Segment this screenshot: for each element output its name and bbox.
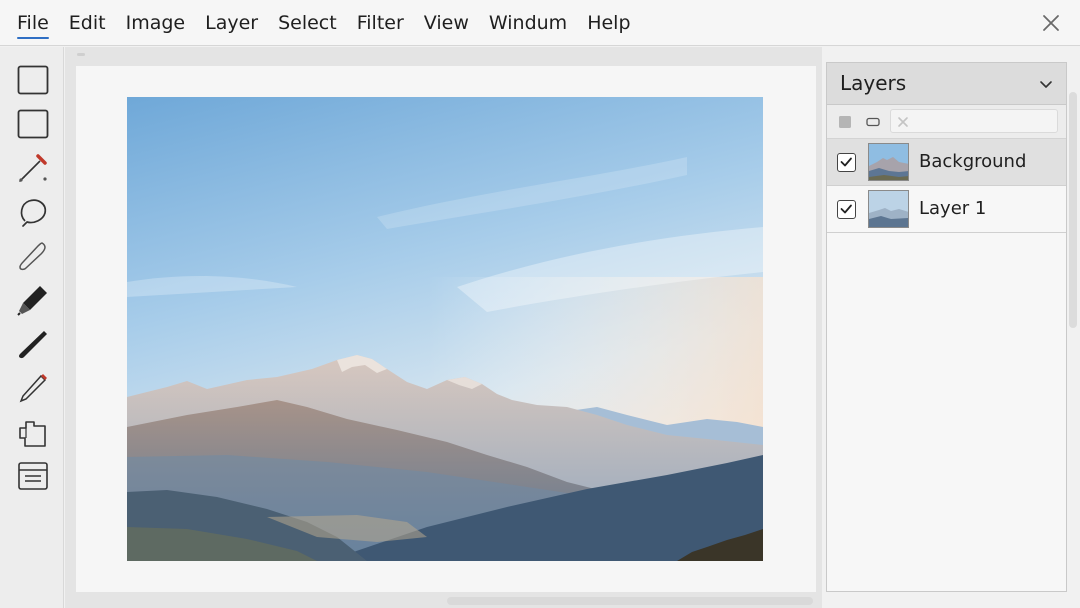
checkmark-icon <box>840 204 852 214</box>
layer-name: Layer 1 <box>919 198 987 219</box>
menu-bar: File Edit Image Layer Select Filter View… <box>0 0 1080 46</box>
menu-filter[interactable]: Filter <box>347 0 414 46</box>
clone-stamp-icon <box>19 421 46 447</box>
collapse-button[interactable] <box>1038 76 1054 92</box>
tool-lasso[interactable] <box>15 194 51 230</box>
tool-pencil[interactable] <box>15 370 51 406</box>
menu-list: File Edit Image Layer Select Filter View… <box>7 0 641 46</box>
fill-square-button[interactable] <box>837 114 853 130</box>
clear-filter-button[interactable] <box>895 114 911 130</box>
checkmark-icon <box>840 157 852 167</box>
ruler-marker <box>77 53 85 56</box>
tool-paintbrush[interactable] <box>15 326 51 362</box>
thumbnail-image <box>869 191 908 227</box>
paintbrush-icon <box>19 331 47 359</box>
tool-eyedropper[interactable] <box>15 150 51 186</box>
lasso-icon <box>20 199 47 227</box>
mountain-landscape-image <box>127 97 763 561</box>
close-icon <box>1043 15 1059 31</box>
layers-tray-icon <box>18 462 48 490</box>
marker-icon <box>17 286 47 316</box>
close-button[interactable] <box>1040 12 1062 34</box>
rounded-rect-button[interactable] <box>865 114 881 130</box>
menu-select[interactable]: Select <box>268 0 347 46</box>
layers-search-field[interactable] <box>890 109 1058 133</box>
rectangle-shape-icon <box>17 109 49 139</box>
layer-visibility-checkbox[interactable] <box>837 200 856 219</box>
canvas-image[interactable] <box>127 97 763 561</box>
pencil-icon <box>19 374 47 403</box>
tool-rectangle[interactable] <box>15 106 51 142</box>
layer-row-background[interactable]: Background <box>827 139 1066 186</box>
layers-panel-title: Layers <box>840 71 907 95</box>
tool-clone-stamp[interactable] <box>15 414 51 450</box>
vertical-scrollbar[interactable] <box>1069 92 1077 328</box>
layer-row-layer-1[interactable]: Layer 1 <box>827 186 1066 233</box>
tool-feather-brush[interactable] <box>15 238 51 274</box>
menu-window[interactable]: Windum <box>479 0 577 46</box>
toolbox <box>0 47 64 608</box>
rectangle-select-icon <box>17 65 49 95</box>
horizontal-scrollbar[interactable] <box>447 597 813 605</box>
menu-edit[interactable]: Edit <box>59 0 116 46</box>
chevron-down-icon <box>1040 81 1052 88</box>
fill-square-icon <box>839 116 851 128</box>
clear-filter-icon <box>898 117 908 127</box>
canvas-workspace[interactable] <box>65 47 822 608</box>
feather-brush-icon <box>19 242 46 271</box>
layers-toolbar <box>827 105 1066 139</box>
layers-panel-header[interactable]: Layers <box>827 63 1066 105</box>
tool-marker[interactable] <box>15 282 51 318</box>
eyedropper-icon <box>19 154 47 182</box>
tool-layers-tray[interactable] <box>15 458 51 494</box>
menu-file[interactable]: File <box>7 0 59 46</box>
rounded-rect-icon <box>866 117 880 127</box>
tool-rectangle-select[interactable] <box>15 62 51 98</box>
thumbnail-image <box>869 144 908 180</box>
layer-thumbnail <box>868 143 909 181</box>
layer-name: Background <box>919 151 1027 172</box>
layer-visibility-checkbox[interactable] <box>837 153 856 172</box>
layers-panel: Layers Background Layer 1 <box>826 62 1067 592</box>
artboard[interactable] <box>76 66 816 592</box>
menu-help[interactable]: Help <box>577 0 640 46</box>
layer-thumbnail <box>868 190 909 228</box>
menu-image[interactable]: Image <box>116 0 196 46</box>
menu-view[interactable]: View <box>414 0 479 46</box>
menu-layer[interactable]: Layer <box>195 0 268 46</box>
